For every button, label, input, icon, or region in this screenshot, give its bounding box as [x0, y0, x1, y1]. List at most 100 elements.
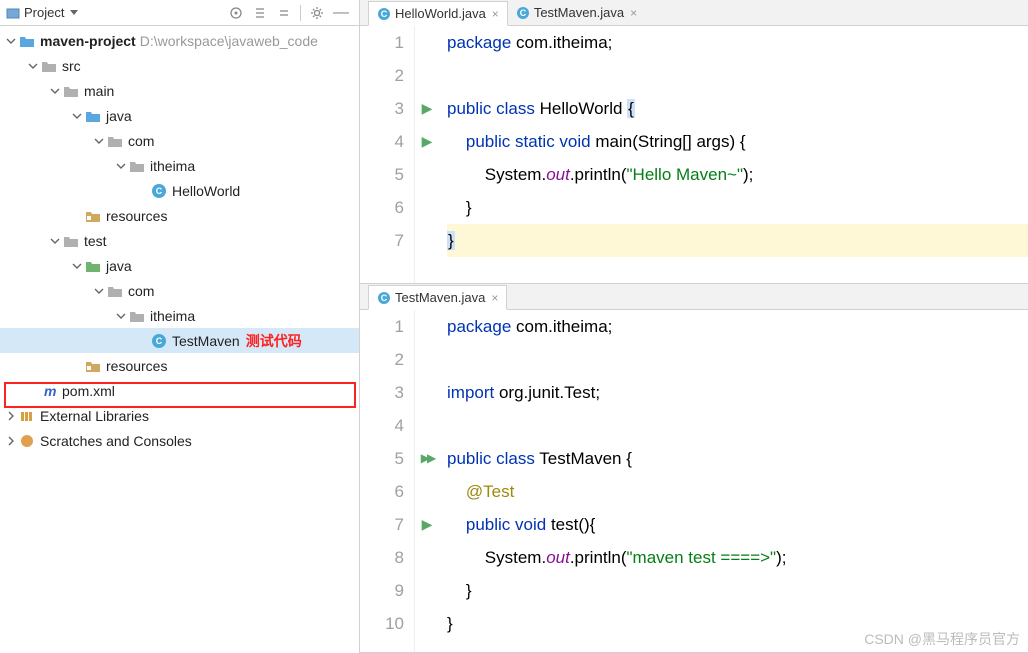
chevron-down-icon[interactable]	[50, 86, 60, 96]
svg-text:C: C	[520, 8, 527, 18]
maven-icon: m	[40, 383, 58, 399]
test-source-folder-icon	[84, 258, 102, 274]
sidebar-header: Project —	[0, 0, 359, 26]
src-label: src	[62, 58, 81, 74]
tab-helloworld[interactable]: C HelloWorld.java ×	[368, 1, 508, 26]
svg-text:C: C	[381, 293, 388, 303]
watermark: CSDN @黑马程序员官方	[864, 629, 1020, 649]
tree-main[interactable]: main	[0, 78, 359, 103]
chevron-down-icon[interactable]	[28, 61, 38, 71]
chevron-down-icon[interactable]	[94, 286, 104, 296]
testmaven-annotation: 测试代码	[246, 331, 302, 351]
package-icon	[106, 283, 124, 299]
run-gutter: ▶▶ ▶	[415, 310, 439, 652]
tab-label: HelloWorld.java	[395, 6, 486, 21]
chevron-down-icon[interactable]	[116, 311, 126, 321]
project-icon	[6, 6, 20, 20]
tree-main-itheima[interactable]: itheima	[0, 153, 359, 178]
expand-icon[interactable]	[251, 4, 269, 22]
editor-bottom: C TestMaven.java × 1 2 3 4 5 6 7 8 9 10	[360, 284, 1028, 653]
tab-testmaven-bottom[interactable]: C TestMaven.java ×	[368, 285, 507, 310]
helloworld-label: HelloWorld	[172, 183, 240, 199]
chevron-down-icon[interactable]	[6, 36, 16, 46]
source-folder-icon	[84, 108, 102, 124]
tree-src[interactable]: src	[0, 53, 359, 78]
code-lines[interactable]: package com.itheima; import org.junit.Te…	[439, 310, 1028, 652]
run-gutter: ▶ ▶	[415, 26, 439, 283]
chevron-down-icon[interactable]	[116, 161, 126, 171]
resources-icon	[84, 208, 102, 224]
code-top[interactable]: 1 2 3 4 5 6 7 ▶ ▶ package com.itheima;	[360, 26, 1028, 283]
package-icon	[128, 158, 146, 174]
tab-bar-top: C HelloWorld.java × C TestMaven.java ×	[360, 0, 1028, 26]
settings-icon[interactable]	[308, 4, 326, 22]
package-icon	[128, 308, 146, 324]
root-name: maven-project	[40, 33, 136, 49]
editor-area: C HelloWorld.java × C TestMaven.java × 1…	[360, 0, 1028, 653]
tab-testmaven-top[interactable]: C TestMaven.java ×	[508, 0, 645, 25]
tab-bar-bottom: C TestMaven.java ×	[360, 284, 1028, 310]
tree-external-libraries[interactable]: External Libraries	[0, 403, 359, 428]
resources-label: resources	[106, 208, 167, 224]
tree-main-resources[interactable]: resources	[0, 203, 359, 228]
itheima-label: itheima	[150, 308, 195, 324]
tree-testmaven[interactable]: C TestMaven 测试代码	[0, 328, 359, 353]
tree-test[interactable]: test	[0, 228, 359, 253]
separator	[300, 5, 301, 21]
chevron-right-icon[interactable]	[6, 411, 16, 421]
com-label: com	[128, 283, 154, 299]
collapse-icon[interactable]	[275, 4, 293, 22]
svg-text:C: C	[381, 9, 388, 19]
tree-main-com[interactable]: com	[0, 128, 359, 153]
run-icon[interactable]: ▶	[422, 508, 433, 541]
java-label: java	[106, 258, 132, 274]
folder-icon	[40, 58, 58, 74]
run-class-icon[interactable]: ▶▶	[421, 442, 433, 475]
chevron-down-icon[interactable]	[94, 136, 104, 146]
java-label: java	[106, 108, 132, 124]
dropdown-icon[interactable]	[70, 10, 78, 15]
chevron-down-icon[interactable]	[72, 261, 82, 271]
gutter: 1 2 3 4 5 6 7 8 9 10	[360, 310, 415, 652]
tree-test-com[interactable]: com	[0, 278, 359, 303]
project-sidebar: Project — maven-project D:\workspace\jav…	[0, 0, 360, 653]
class-icon: C	[377, 7, 391, 21]
hide-icon[interactable]: —	[332, 4, 350, 22]
svg-text:C: C	[156, 186, 163, 196]
code-bottom[interactable]: 1 2 3 4 5 6 7 8 9 10 ▶▶ ▶	[360, 310, 1028, 652]
extlib-label: External Libraries	[40, 408, 149, 424]
chevron-down-icon[interactable]	[72, 111, 82, 121]
library-icon	[18, 408, 36, 424]
close-icon[interactable]: ×	[492, 7, 499, 21]
resources-icon	[84, 358, 102, 374]
close-icon[interactable]: ×	[491, 291, 498, 305]
tree-scratches[interactable]: Scratches and Consoles	[0, 428, 359, 453]
close-icon[interactable]: ×	[630, 6, 637, 20]
root-path: D:\workspace\javaweb_code	[140, 33, 318, 49]
folder-icon	[62, 83, 80, 99]
pom-label: pom.xml	[62, 383, 115, 399]
run-icon[interactable]: ▶	[422, 92, 433, 125]
locate-icon[interactable]	[227, 4, 245, 22]
package-icon	[106, 133, 124, 149]
tree-root[interactable]: maven-project D:\workspace\javaweb_code	[0, 28, 359, 53]
tree-main-java[interactable]: java	[0, 103, 359, 128]
test-label: test	[84, 233, 107, 249]
code-lines[interactable]: package com.itheima; public class HelloW…	[439, 26, 1028, 283]
editor-top: C HelloWorld.java × C TestMaven.java × 1…	[360, 0, 1028, 284]
project-tree: maven-project D:\workspace\javaweb_code …	[0, 26, 359, 653]
folder-icon	[62, 233, 80, 249]
tree-test-resources[interactable]: resources	[0, 353, 359, 378]
class-icon: C	[150, 183, 168, 199]
scratch-icon	[18, 433, 36, 449]
testmaven-label: TestMaven	[172, 333, 240, 349]
chevron-down-icon[interactable]	[50, 236, 60, 246]
tree-test-java[interactable]: java	[0, 253, 359, 278]
resources-label: resources	[106, 358, 167, 374]
run-icon[interactable]: ▶	[422, 125, 433, 158]
chevron-right-icon[interactable]	[6, 436, 16, 446]
tree-helloworld[interactable]: C HelloWorld	[0, 178, 359, 203]
svg-text:C: C	[156, 336, 163, 346]
tree-test-itheima[interactable]: itheima	[0, 303, 359, 328]
tree-pom[interactable]: m pom.xml	[0, 378, 359, 403]
